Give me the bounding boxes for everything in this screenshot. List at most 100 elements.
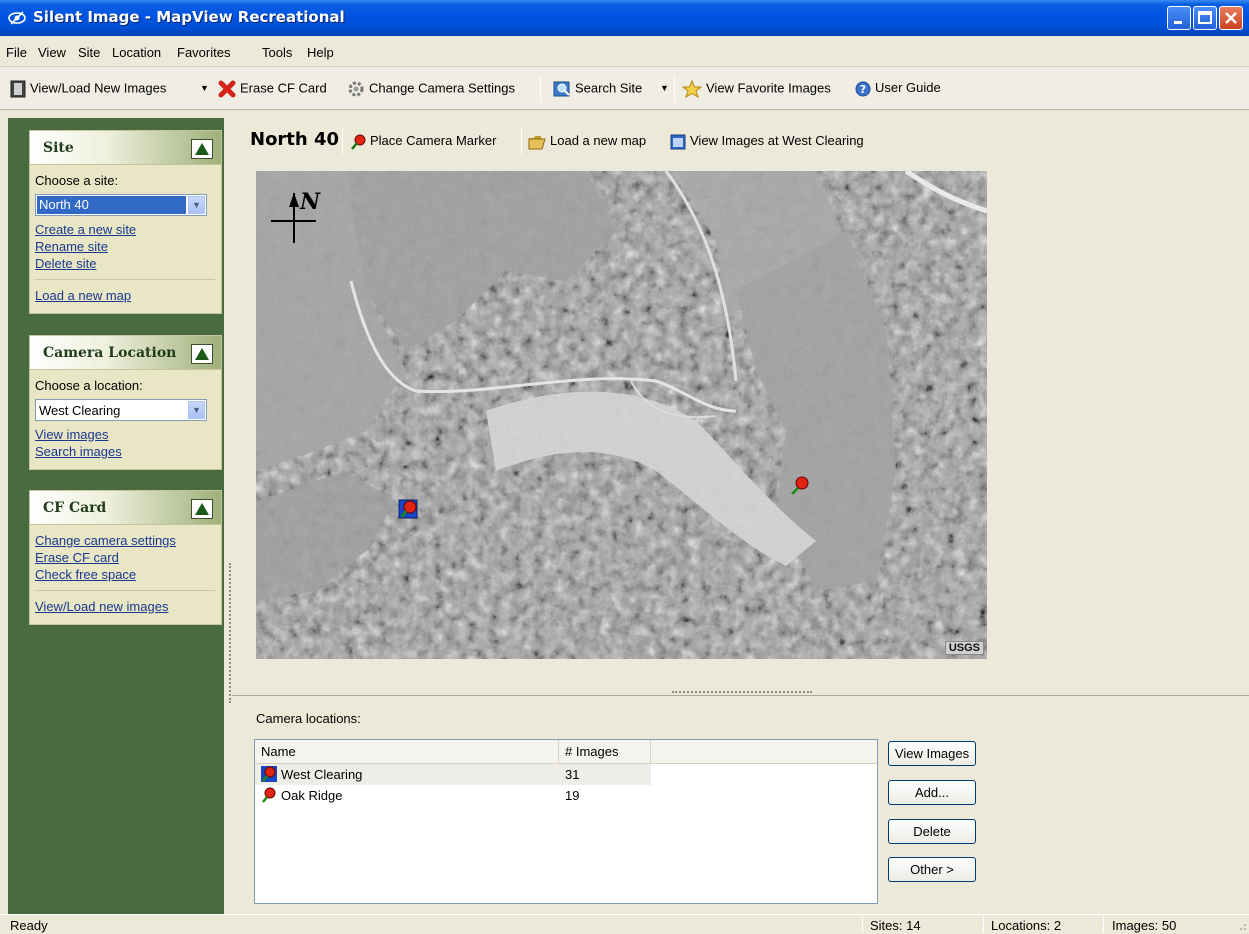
chevron-down-icon[interactable]: ▼ — [188, 401, 205, 419]
search-site-button[interactable]: Search Site — [553, 80, 642, 100]
toolbar-separator — [342, 128, 343, 154]
view-favorites-label: View Favorite Images — [706, 80, 831, 96]
user-guide-label: User Guide — [875, 80, 941, 95]
aerial-map[interactable]: N USGS — [256, 171, 987, 659]
splitter-grip — [672, 691, 812, 693]
delete-site-link[interactable]: Delete site — [35, 256, 215, 271]
menu-favorites[interactable]: Favorites — [177, 45, 230, 60]
star-icon — [682, 80, 702, 98]
site-panel: Site Choose a site: North 40 ▼ Create a … — [29, 130, 222, 314]
change-camera-settings-button[interactable]: Change Camera Settings — [347, 80, 515, 100]
menu-bar: File View Site Location Favorites Tools … — [0, 36, 1249, 67]
row-name: West Clearing — [281, 767, 363, 782]
collapse-up-icon — [195, 348, 209, 360]
view-load-new-images-link[interactable]: View/Load new images — [35, 599, 215, 614]
maximize-button[interactable] — [1193, 6, 1217, 30]
load-map-link[interactable]: Load a new map — [35, 288, 215, 303]
camera-locations-list[interactable]: Name # Images West Clearing 31 Oak Ridge… — [254, 739, 878, 904]
app-eye-icon — [8, 11, 26, 25]
usgs-credit: USGS — [944, 641, 984, 655]
choose-site-label: Choose a site: — [35, 173, 119, 188]
toolbar-separator — [521, 128, 522, 154]
menu-file[interactable]: File — [6, 45, 27, 60]
status-sites: Sites: 14 — [870, 918, 921, 933]
list-row-west-clearing[interactable]: West Clearing 31 — [255, 764, 877, 785]
search-site-label: Search Site — [575, 80, 643, 96]
menu-location[interactable]: Location — [112, 45, 161, 60]
status-separator — [1103, 917, 1104, 933]
menu-tools[interactable]: Tools — [262, 45, 292, 60]
minimize-button[interactable] — [1167, 6, 1191, 30]
help-icon: ? — [855, 81, 871, 97]
location-select[interactable]: West Clearing ▼ — [35, 399, 207, 421]
load-new-map-button[interactable]: Load a new map — [528, 133, 646, 150]
erase-cf-card-button[interactable]: Erase CF Card — [218, 80, 327, 100]
splitter-grip — [229, 563, 231, 703]
chevron-down-icon[interactable]: ▼ — [188, 196, 205, 214]
status-ready: Ready — [10, 918, 48, 933]
camera-marker-selected-icon — [261, 766, 277, 782]
resize-grip-icon[interactable] — [1235, 919, 1247, 931]
menu-help[interactable]: Help — [307, 45, 334, 60]
column-name[interactable]: Name — [255, 740, 559, 763]
collapse-site-panel-button[interactable] — [191, 139, 213, 159]
check-free-space-link[interactable]: Check free space — [35, 567, 215, 582]
site-panel-header: Site — [30, 131, 221, 165]
view-images-link[interactable]: View images — [35, 427, 215, 442]
collapse-cf-panel-button[interactable] — [191, 499, 213, 519]
view-favorite-images-button[interactable]: View Favorite Images — [682, 80, 831, 100]
view-images-button[interactable]: View Images — [888, 741, 976, 766]
change-camera-settings-link[interactable]: Change camera settings — [35, 533, 215, 548]
column-images[interactable]: # Images — [559, 740, 651, 763]
map-site-title: North 40 — [250, 129, 340, 150]
camera-location-panel-title: Camera Location — [43, 345, 177, 361]
main-toolbar: View/Load New Images ▼ Erase CF Card Cha… — [0, 68, 1249, 110]
cf-card-panel: CF Card Change camera settings Erase CF … — [29, 490, 222, 625]
close-icon — [1225, 12, 1237, 24]
camera-marker-icon — [351, 134, 366, 150]
location-select-value: West Clearing — [39, 403, 121, 418]
erase-cf-label: Erase CF Card — [240, 80, 327, 96]
maximize-icon — [1198, 11, 1212, 24]
list-header: Name # Images — [255, 740, 877, 764]
north-label: N — [299, 189, 321, 215]
other-button[interactable]: Other > — [888, 857, 976, 882]
site-select[interactable]: North 40 ▼ — [35, 194, 207, 216]
row-name: Oak Ridge — [281, 788, 343, 803]
image-window-icon — [670, 134, 686, 150]
horizontal-splitter[interactable] — [232, 688, 1249, 696]
minimize-icon — [1174, 21, 1182, 24]
status-locations: Locations: 2 — [991, 918, 1062, 933]
list-row-oak-ridge[interactable]: Oak Ridge 19 — [255, 785, 877, 806]
create-site-link[interactable]: Create a new site — [35, 222, 215, 237]
search-site-icon — [553, 81, 570, 97]
place-marker-label: Place Camera Marker — [370, 133, 497, 148]
user-guide-button[interactable]: ? User Guide — [855, 80, 941, 100]
view-load-images-label: View/Load New Images — [30, 80, 167, 96]
collapse-up-icon — [195, 503, 209, 515]
panel-divider — [35, 590, 215, 591]
camera-marker-icon — [262, 787, 276, 803]
place-camera-marker-button[interactable]: Place Camera Marker — [350, 133, 496, 150]
camera-marker-west-clearing[interactable] — [398, 499, 418, 519]
collapse-up-icon — [195, 143, 209, 155]
rename-site-link[interactable]: Rename site — [35, 239, 215, 254]
svg-text:?: ? — [860, 83, 866, 96]
erase-cf-card-link[interactable]: Erase CF card — [35, 550, 215, 565]
add-location-button[interactable]: Add... — [888, 780, 976, 805]
choose-location-label: Choose a location: — [35, 378, 143, 393]
search-site-dropdown-icon[interactable]: ▼ — [660, 83, 669, 93]
menu-site[interactable]: Site — [78, 45, 100, 60]
collapse-camera-panel-button[interactable] — [191, 344, 213, 364]
change-camera-label: Change Camera Settings — [369, 80, 515, 96]
view-images-at-button[interactable]: View Images at West Clearing — [670, 133, 864, 150]
view-load-images-button[interactable]: View/Load New Images — [10, 80, 166, 100]
menu-view[interactable]: View — [38, 45, 66, 60]
search-images-link[interactable]: Search images — [35, 444, 215, 459]
status-bar: Ready Sites: 14 Locations: 2 Images: 50 — [0, 914, 1249, 934]
close-button[interactable] — [1219, 6, 1243, 30]
row-images: 19 — [565, 788, 580, 803]
view-load-dropdown-icon[interactable]: ▼ — [200, 83, 209, 93]
camera-location-panel: Camera Location Choose a location: West … — [29, 335, 222, 470]
delete-location-button[interactable]: Delete — [888, 819, 976, 844]
